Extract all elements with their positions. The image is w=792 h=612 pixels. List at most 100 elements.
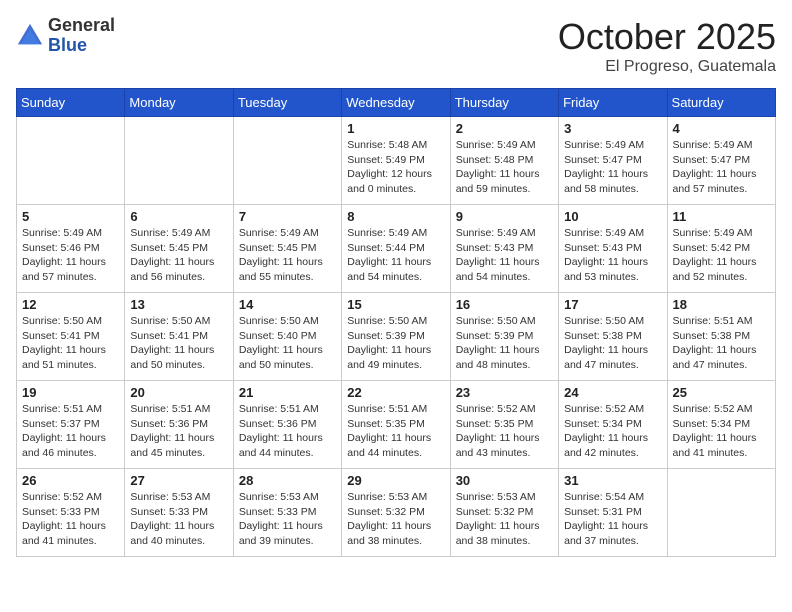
calendar-table: SundayMondayTuesdayWednesdayThursdayFrid… [16,88,776,557]
day-number: 10 [564,209,661,224]
calendar-cell: 4Sunrise: 5:49 AMSunset: 5:47 PMDaylight… [667,117,775,205]
day-number: 1 [347,121,444,136]
calendar-cell: 24 Sunrise: 5:52 AMSunset: 5:34 PMDayligh… [559,381,667,469]
week-row-5: 26 Sunrise: 5:52 AMSunset: 5:33 PMDayligh… [17,469,776,557]
calendar-cell: 6 Sunrise: 5:49 AMSunset: 5:45 PMDaylight… [125,205,233,293]
logo-blue: Blue [48,36,115,56]
day-info: Sunrise: 5:49 AMSunset: 5:45 PMDaylight:… [239,226,336,285]
day-number: 8 [347,209,444,224]
day-info: Sunrise: 5:53 AMSunset: 5:32 PMDaylight:… [456,490,553,549]
day-number: 22 [347,385,444,400]
day-number: 2 [456,121,553,136]
calendar-cell: 11 Sunrise: 5:49 AMSunset: 5:42 PMDayligh… [667,205,775,293]
day-info: Sunrise: 5:49 AMSunset: 5:45 PMDaylight:… [130,226,227,285]
calendar-cell: 10 Sunrise: 5:49 AMSunset: 5:43 PMDayligh… [559,205,667,293]
day-info: Sunrise: 5:49 AMSunset: 5:43 PMDaylight:… [456,226,553,285]
day-number: 31 [564,473,661,488]
day-number: 28 [239,473,336,488]
logo-general: General [48,16,115,36]
day-number: 30 [456,473,553,488]
calendar-cell: 8 Sunrise: 5:49 AMSunset: 5:44 PMDaylight… [342,205,450,293]
calendar-cell: 30 Sunrise: 5:53 AMSunset: 5:32 PMDayligh… [450,469,558,557]
week-row-3: 12Sunrise: 5:50 AMSunset: 5:41 PMDayligh… [17,293,776,381]
day-info: Sunrise: 5:48 AMSunset: 5:49 PMDaylight:… [347,138,444,197]
day-info: Sunrise: 5:49 AMSunset: 5:46 PMDaylight:… [22,226,119,285]
calendar-cell: 9 Sunrise: 5:49 AMSunset: 5:43 PMDaylight… [450,205,558,293]
day-info: Sunrise: 5:51 AMSunset: 5:38 PMDaylight:… [673,314,770,373]
calendar-cell: 27Sunrise: 5:53 AMSunset: 5:33 PMDayligh… [125,469,233,557]
calendar-cell: 31 Sunrise: 5:54 AMSunset: 5:31 PMDayligh… [559,469,667,557]
day-number: 19 [22,385,119,400]
calendar-cell: 3 Sunrise: 5:49 AMSunset: 5:47 PMDaylight… [559,117,667,205]
day-number: 11 [673,209,770,224]
weekday-header-sunday: Sunday [17,89,125,117]
calendar-cell: 18Sunrise: 5:51 AMSunset: 5:38 PMDayligh… [667,293,775,381]
day-number: 7 [239,209,336,224]
day-number: 26 [22,473,119,488]
calendar-cell: 5 Sunrise: 5:49 AMSunset: 5:46 PMDaylight… [17,205,125,293]
calendar-cell: 26 Sunrise: 5:52 AMSunset: 5:33 PMDayligh… [17,469,125,557]
title-block: October 2025 El Progreso, Guatemala [558,16,776,76]
day-number: 15 [347,297,444,312]
day-number: 6 [130,209,227,224]
calendar-cell: 19 Sunrise: 5:51 AMSunset: 5:37 PMDayligh… [17,381,125,469]
day-info: Sunrise: 5:52 AMSunset: 5:34 PMDaylight:… [564,402,661,461]
calendar-cell: 23Sunrise: 5:52 AMSunset: 5:35 PMDayligh… [450,381,558,469]
calendar-cell: 21 Sunrise: 5:51 AMSunset: 5:36 PMDayligh… [233,381,341,469]
weekday-header-wednesday: Wednesday [342,89,450,117]
day-number: 12 [22,297,119,312]
day-number: 24 [564,385,661,400]
day-number: 23 [456,385,553,400]
calendar-cell: 13Sunrise: 5:50 AMSunset: 5:41 PMDayligh… [125,293,233,381]
calendar-cell: 15 Sunrise: 5:50 AMSunset: 5:39 PMDayligh… [342,293,450,381]
calendar-cell: 29Sunrise: 5:53 AMSunset: 5:32 PMDayligh… [342,469,450,557]
day-number: 14 [239,297,336,312]
page-header: General Blue October 2025 El Progreso, G… [16,16,776,76]
calendar-cell: 16Sunrise: 5:50 AMSunset: 5:39 PMDayligh… [450,293,558,381]
day-info: Sunrise: 5:49 AMSunset: 5:48 PMDaylight:… [456,138,553,197]
calendar-cell: 17 Sunrise: 5:50 AMSunset: 5:38 PMDayligh… [559,293,667,381]
day-info: Sunrise: 5:49 AMSunset: 5:47 PMDaylight:… [564,138,661,197]
calendar-cell: 7 Sunrise: 5:49 AMSunset: 5:45 PMDaylight… [233,205,341,293]
day-info: Sunrise: 5:49 AMSunset: 5:44 PMDaylight:… [347,226,444,285]
weekday-header-saturday: Saturday [667,89,775,117]
day-info: Sunrise: 5:51 AMSunset: 5:37 PMDaylight:… [22,402,119,461]
calendar-cell: 12Sunrise: 5:50 AMSunset: 5:41 PMDayligh… [17,293,125,381]
weekday-header-thursday: Thursday [450,89,558,117]
day-info: Sunrise: 5:50 AMSunset: 5:38 PMDaylight:… [564,314,661,373]
day-info: Sunrise: 5:54 AMSunset: 5:31 PMDaylight:… [564,490,661,549]
day-number: 29 [347,473,444,488]
day-info: Sunrise: 5:52 AMSunset: 5:34 PMDaylight:… [673,402,770,461]
calendar-cell [667,469,775,557]
weekday-header-friday: Friday [559,89,667,117]
day-info: Sunrise: 5:51 AMSunset: 5:35 PMDaylight:… [347,402,444,461]
day-info: Sunrise: 5:49 AMSunset: 5:43 PMDaylight:… [564,226,661,285]
week-row-4: 19 Sunrise: 5:51 AMSunset: 5:37 PMDayligh… [17,381,776,469]
calendar-cell: 22 Sunrise: 5:51 AMSunset: 5:35 PMDayligh… [342,381,450,469]
calendar-cell: 1 Sunrise: 5:48 AMSunset: 5:49 PMDaylight… [342,117,450,205]
location-subtitle: El Progreso, Guatemala [558,58,776,76]
day-number: 5 [22,209,119,224]
day-info: Sunrise: 5:50 AMSunset: 5:39 PMDaylight:… [456,314,553,373]
calendar-cell: 14Sunrise: 5:50 AMSunset: 5:40 PMDayligh… [233,293,341,381]
calendar-cell: 25Sunrise: 5:52 AMSunset: 5:34 PMDayligh… [667,381,775,469]
weekday-header-tuesday: Tuesday [233,89,341,117]
logo-text: General Blue [48,16,115,56]
day-info: Sunrise: 5:51 AMSunset: 5:36 PMDaylight:… [130,402,227,461]
day-info: Sunrise: 5:49 AMSunset: 5:42 PMDaylight:… [673,226,770,285]
day-info: Sunrise: 5:53 AMSunset: 5:33 PMDaylight:… [239,490,336,549]
day-info: Sunrise: 5:49 AMSunset: 5:47 PMDaylight:… [673,138,770,197]
weekday-header-monday: Monday [125,89,233,117]
day-number: 3 [564,121,661,136]
day-number: 21 [239,385,336,400]
weekday-header-row: SundayMondayTuesdayWednesdayThursdayFrid… [17,89,776,117]
week-row-2: 5 Sunrise: 5:49 AMSunset: 5:46 PMDaylight… [17,205,776,293]
day-info: Sunrise: 5:53 AMSunset: 5:33 PMDaylight:… [130,490,227,549]
day-info: Sunrise: 5:51 AMSunset: 5:36 PMDaylight:… [239,402,336,461]
day-info: Sunrise: 5:52 AMSunset: 5:33 PMDaylight:… [22,490,119,549]
day-info: Sunrise: 5:50 AMSunset: 5:39 PMDaylight:… [347,314,444,373]
day-number: 9 [456,209,553,224]
day-number: 20 [130,385,227,400]
calendar-cell: 28 Sunrise: 5:53 AMSunset: 5:33 PMDayligh… [233,469,341,557]
day-number: 17 [564,297,661,312]
